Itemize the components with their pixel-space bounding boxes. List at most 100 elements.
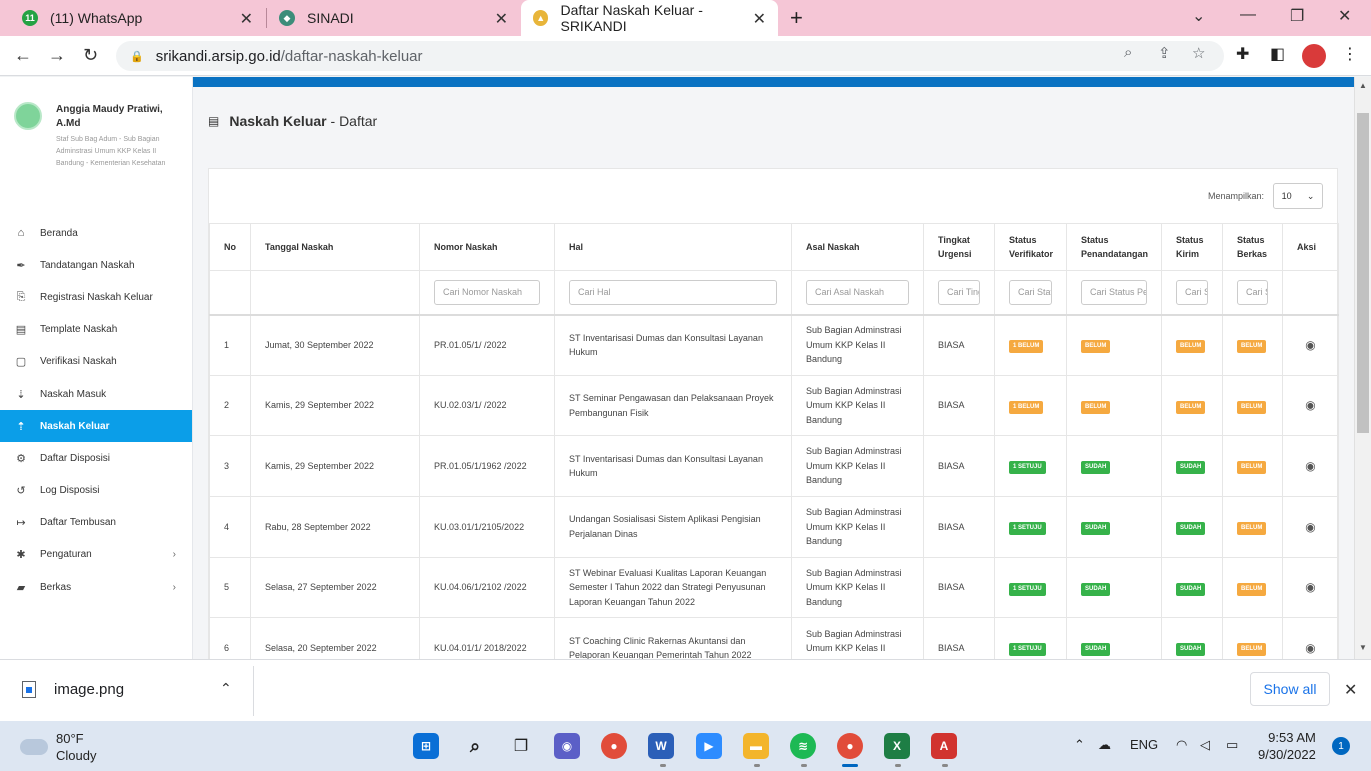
column-header[interactable]: Nomor Naskah (419, 223, 555, 271)
bookmark-star-icon[interactable]: ☆ (1192, 44, 1205, 62)
column-header[interactable]: Status Berkas (1222, 223, 1283, 271)
eye-icon[interactable]: ◉ (1305, 520, 1315, 534)
page-scrollbar[interactable]: ▲ ▼ (1354, 77, 1371, 659)
chrome-icon[interactable]: ● (601, 733, 627, 759)
windows-start-icon[interactable]: ⊞ (413, 733, 439, 759)
share-icon[interactable]: ⇪ (1158, 44, 1171, 62)
download-item[interactable]: image.png (22, 681, 124, 698)
sidebar-item-label: Berkas (40, 581, 72, 593)
sidebar-item-registrasi[interactable]: ⎘ Registrasi Naskah Keluar (0, 281, 192, 313)
column-header[interactable]: Status Penandatangan (1066, 223, 1162, 271)
restore-icon[interactable]: ❐ (1290, 6, 1304, 26)
filter-nomor-input[interactable]: Cari Nomor Naskah (434, 279, 540, 305)
page-size-select[interactable]: 10 ⌄ (1273, 183, 1323, 209)
eye-icon[interactable]: ◉ (1305, 641, 1315, 655)
eye-icon[interactable]: ◉ (1305, 459, 1315, 473)
scroll-up-icon[interactable]: ▲ (1359, 81, 1367, 90)
system-clock[interactable]: 9:53 AM 9/30/2022 (1258, 729, 1316, 763)
sidebar-item-berkas[interactable]: ▰ Berkas › (0, 571, 192, 603)
sidebar-item-disposisi[interactable]: ⚙ Daftar Disposisi (0, 442, 192, 474)
notification-badge[interactable]: 1 (1332, 737, 1350, 755)
close-icon[interactable]: ✕ (240, 9, 253, 29)
tab-whatsapp[interactable]: 11 (11) WhatsApp ✕ (10, 0, 265, 36)
cell-nomor: KU.02.03/1/ /2022 (419, 374, 555, 437)
table-row: 5 Selasa, 27 September 2022 KU.04.06/1/2… (209, 556, 1339, 619)
eye-icon[interactable]: ◉ (1305, 580, 1315, 594)
image-file-icon (22, 681, 36, 698)
sidebar-item-template[interactable]: ▤ Template Naskah (0, 314, 192, 346)
sidebar-item-naskah-masuk[interactable]: ⇣ Naskah Masuk (0, 378, 192, 410)
more-menu-icon[interactable]: ⋮ (1342, 44, 1358, 64)
close-icon[interactable]: ✕ (753, 9, 766, 29)
column-header[interactable]: Asal Naskah (791, 223, 924, 271)
pdf-reader-icon[interactable]: A (931, 733, 957, 759)
filter-urgensi-input[interactable]: Cari Tingkat Urgensi (938, 279, 980, 305)
sidebar-item-tembusan[interactable]: ↦ Daftar Tembusan (0, 507, 192, 539)
status-badge: BELUM (1237, 461, 1267, 475)
reload-icon[interactable]: ↻ (83, 45, 98, 66)
new-tab-icon[interactable]: + (790, 5, 803, 31)
scrollbar-thumb[interactable] (1357, 113, 1369, 433)
cell-hal: ST Inventarisasi Dumas dan Konsultasi La… (554, 435, 792, 498)
filter-verifikator-input[interactable]: Cari Status Verifikator (1009, 279, 1052, 305)
close-icon[interactable]: ✕ (495, 9, 508, 29)
cell-no: 6 (209, 617, 251, 659)
scroll-down-icon[interactable]: ▼ (1359, 643, 1367, 652)
window-close-icon[interactable]: ✕ (1338, 6, 1351, 26)
zoom-icon[interactable]: ⌕ (1124, 44, 1132, 61)
close-icon[interactable]: ✕ (1344, 680, 1357, 700)
teams-chat-icon[interactable]: ◉ (554, 733, 580, 759)
volume-icon[interactable]: ◁ (1200, 737, 1210, 753)
filter-hal-input[interactable]: Cari Hal (569, 279, 777, 305)
filter-penandatangan-input[interactable]: Cari Status Penandatangan (1081, 279, 1147, 305)
filter-berkas-input[interactable]: Cari Status Berkas (1237, 279, 1268, 305)
chrome-profile-icon[interactable]: ● (837, 733, 863, 759)
zoom-app-icon[interactable]: ▶ (696, 733, 722, 759)
spotify-icon[interactable]: ≋ (790, 733, 816, 759)
tab-search-icon[interactable]: ⌄ (1192, 6, 1205, 26)
file-explorer-icon[interactable]: ▬ (743, 733, 769, 759)
forward-icon[interactable]: → (48, 45, 66, 66)
cell-berkas: BELUM (1222, 617, 1283, 659)
eye-icon[interactable]: ◉ (1305, 398, 1315, 412)
excel-icon[interactable]: X (884, 733, 910, 759)
weather-widget[interactable]: 80°F Cloudy (20, 730, 96, 764)
sidebar-item-log-disposisi[interactable]: ↺ Log Disposisi (0, 475, 192, 507)
column-header[interactable]: No (209, 223, 251, 271)
column-header[interactable]: Tingkat Urgensi (923, 223, 995, 271)
eye-icon[interactable]: ◉ (1305, 338, 1315, 352)
address-bar[interactable]: 🔒 srikandi.arsip.go.id/daftar-naskah-kel… (116, 41, 1224, 71)
filter-asal-input[interactable]: Cari Asal Naskah (806, 279, 909, 305)
tab-sinadi[interactable]: ◆ SINADI ✕ (267, 0, 520, 36)
avatar[interactable] (14, 102, 42, 130)
show-all-button[interactable]: Show all (1250, 672, 1330, 706)
chevron-up-icon[interactable]: ⌃ (220, 680, 232, 697)
filter-kirim-input[interactable]: Cari Status Kirim (1176, 279, 1208, 305)
side-panel-icon[interactable]: ◧ (1270, 44, 1285, 64)
column-header[interactable]: Hal (554, 223, 792, 271)
profile-avatar[interactable] (1302, 44, 1326, 68)
column-header[interactable]: Status Verifikator (994, 223, 1067, 271)
extensions-icon[interactable]: ✚ (1236, 44, 1249, 64)
tab-srikandi[interactable]: ▲ Daftar Naskah Keluar - SRIKANDI ✕ (521, 0, 778, 36)
column-header[interactable]: Status Kirim (1161, 223, 1223, 271)
wifi-icon[interactable]: ◠ (1176, 737, 1187, 753)
sidebar-item-naskah-keluar[interactable]: ⇡ Naskah Keluar (0, 410, 192, 443)
battery-icon[interactable]: ▭ (1226, 737, 1238, 753)
cell-aksi: ◉ (1282, 374, 1339, 437)
network-warning-icon[interactable]: ☁ (1098, 737, 1111, 753)
back-icon[interactable]: ← (14, 45, 32, 66)
search-icon[interactable]: ⌕ (462, 733, 488, 759)
column-header[interactable]: Tanggal Naskah (250, 223, 420, 271)
task-view-icon[interactable]: ❐ (508, 733, 534, 759)
language-indicator[interactable]: ENG (1130, 737, 1158, 752)
sidebar-item-beranda[interactable]: ⌂ Beranda (0, 217, 192, 249)
status-badge: BELUM (1081, 340, 1111, 354)
minimize-icon[interactable]: — (1240, 6, 1256, 24)
sidebar-item-verifikasi[interactable]: ▢ Verifikasi Naskah (0, 346, 192, 378)
chevron-up-icon[interactable]: ⌃ (1074, 737, 1085, 753)
sidebar-item-tandatangan[interactable]: ✒ Tandatangan Naskah (0, 249, 192, 281)
status-badge: BELUM (1237, 582, 1267, 596)
sidebar-item-pengaturan[interactable]: ✱ Pengaturan › (0, 539, 192, 571)
word-icon[interactable]: W (648, 733, 674, 759)
